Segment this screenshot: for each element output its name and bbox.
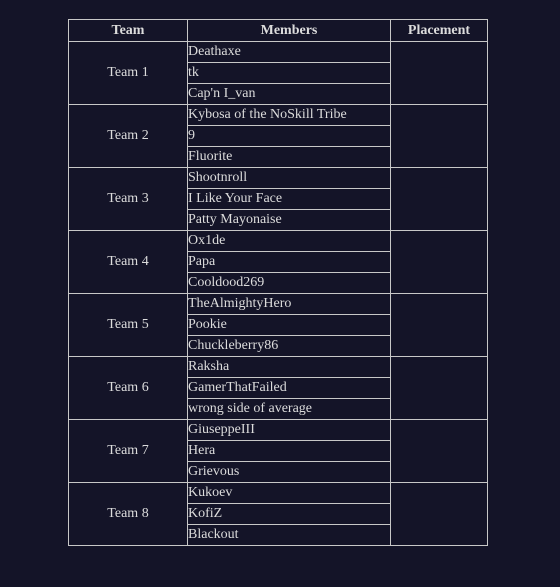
header-team: Team — [68, 19, 188, 42]
member-cell: 9 — [187, 125, 391, 147]
member-cell: Pookie — [187, 314, 391, 336]
member-cell: Deathaxe — [187, 41, 391, 63]
member-cell: Kybosa of the NoSkill Tribe — [187, 104, 391, 126]
member-cell: Fluorite — [187, 146, 391, 168]
member-cell: Cap'n I_van — [187, 83, 391, 105]
table-row: Team 1 Deathaxe — [68, 41, 488, 105]
member-cell: Chuckleberry86 — [187, 335, 391, 357]
team-name-cell: Team 6 — [68, 356, 188, 420]
placement-cell — [390, 230, 488, 294]
member-cell: Raksha — [187, 356, 391, 378]
member-cell: wrong side of average — [187, 398, 391, 420]
teams-table: Team Members Placement Team 1 Deathaxe tk C… — [68, 19, 488, 546]
team-name-cell: Team 3 — [68, 167, 188, 231]
teams-body: Team 1 Deathaxe tk Cap'n I_van Team 2 Kybosa … — [68, 41, 488, 546]
placement-cell — [390, 293, 488, 357]
team-name-cell: Team 4 — [68, 230, 188, 294]
header-row: Team Members Placement — [68, 19, 488, 42]
member-cell: GamerThatFailed — [187, 377, 391, 399]
member-cell: Patty Mayonaise — [187, 209, 391, 231]
table-row: Team 2 Kybosa of the NoSkill Tribe — [68, 104, 488, 168]
member-cell: Hera — [187, 440, 391, 462]
member-cell: TheAlmightyHero — [187, 293, 391, 315]
team-name-cell: Team 8 — [68, 482, 188, 546]
member-cell: Grievous — [187, 461, 391, 483]
member-cell: I Like Your Face — [187, 188, 391, 210]
member-cell: Kukoev — [187, 482, 391, 504]
table-row: Team 3 Shootnroll — [68, 167, 488, 231]
header-members: Members — [187, 19, 391, 42]
placement-cell — [390, 167, 488, 231]
placement-cell — [390, 41, 488, 105]
member-cell: Papa — [187, 251, 391, 273]
team-name-cell: Team 7 — [68, 419, 188, 483]
placement-cell — [390, 482, 488, 546]
table-row: Team 7 GiuseppeIII — [68, 419, 488, 483]
member-cell: tk — [187, 62, 391, 84]
table-row: Team 6 Raksha — [68, 356, 488, 420]
header-placement: Placement — [390, 19, 488, 42]
member-cell: Cooldood269 — [187, 272, 391, 294]
team-name-cell: Team 5 — [68, 293, 188, 357]
table-row: Team 5 TheAlmightyHero — [68, 293, 488, 357]
placement-cell — [390, 104, 488, 168]
team-name-cell: Team 1 — [68, 41, 188, 105]
placement-cell — [390, 419, 488, 483]
table-row: Team 8 Kukoev — [68, 482, 488, 546]
member-cell: Blackout — [187, 524, 391, 546]
member-cell: GiuseppeIII — [187, 419, 391, 441]
table-row: Team 4 Ox1de — [68, 230, 488, 294]
member-cell: KofiZ — [187, 503, 391, 525]
placement-cell — [390, 356, 488, 420]
member-cell: Shootnroll — [187, 167, 391, 189]
team-name-cell: Team 2 — [68, 104, 188, 168]
member-cell: Ox1de — [187, 230, 391, 252]
